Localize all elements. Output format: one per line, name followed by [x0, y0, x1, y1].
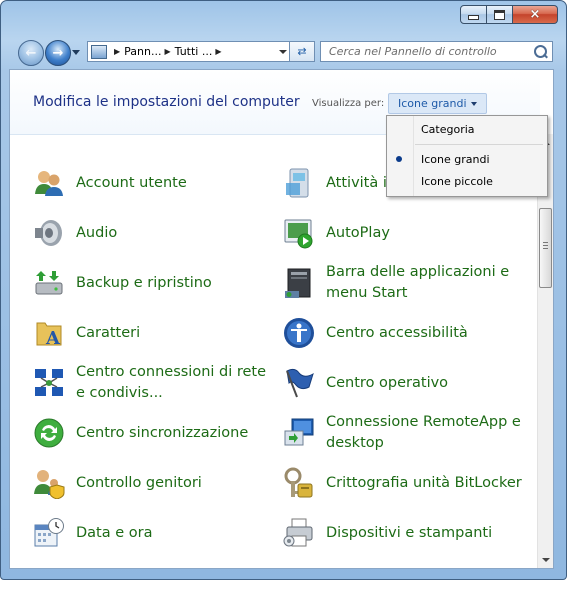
item-label: Centro sincronizzazione — [76, 424, 249, 441]
autoplay-icon — [283, 217, 315, 249]
item-dispositivi-stampanti[interactable]: Dispositivi e stampanti — [283, 511, 492, 555]
control-panel-icon — [91, 44, 107, 59]
parental-controls-icon — [33, 467, 65, 500]
scrollbar-thumb[interactable] — [539, 208, 552, 288]
forward-arrow-icon: → — [52, 45, 64, 61]
item-centro-accessibilita[interactable]: Centro accessibilità — [283, 311, 468, 355]
refresh-icon: ⇄ — [297, 45, 307, 58]
chevron-right-icon[interactable]: ▶ — [215, 47, 221, 56]
item-label: Crittografia unità BitLocker — [326, 474, 522, 491]
bitlocker-icon — [283, 467, 315, 499]
taskbar-icon — [283, 267, 315, 299]
minimize-button[interactable] — [460, 5, 487, 24]
breadcrumb-all-items[interactable]: Tutti ... — [175, 45, 213, 58]
item-attivita[interactable]: Attività i — [283, 161, 387, 205]
remoteapp-icon — [283, 417, 315, 449]
view-by-dropdown[interactable]: Icone grandi — [388, 93, 487, 114]
recent-pages-dropdown[interactable] — [72, 50, 80, 55]
close-button[interactable]: × — [513, 5, 558, 24]
item-label: Centro connessioni di rete e condivis... — [76, 364, 267, 401]
item-label: Centro operativo — [326, 374, 449, 391]
action-center-icon — [283, 167, 315, 199]
calendar-clock-icon — [33, 517, 65, 549]
breadcrumb-control-panel[interactable]: Pann... — [124, 45, 161, 58]
backup-icon — [33, 267, 65, 299]
close-icon: × — [529, 7, 541, 22]
item-centro-operativo[interactable]: Centro operativo — [283, 361, 448, 405]
view-by-value: Icone grandi — [398, 97, 467, 110]
item-account-utente[interactable]: Account utente — [33, 161, 187, 205]
window-controls: × — [460, 5, 558, 24]
address-dropdown-button[interactable] — [276, 42, 290, 61]
vertical-scrollbar[interactable] — [537, 134, 553, 568]
network-icon — [33, 367, 65, 399]
sync-icon — [33, 417, 65, 449]
minimize-icon — [468, 15, 479, 20]
menu-separator — [415, 144, 543, 145]
item-label: Data e ora — [76, 524, 153, 541]
item-label: Dispositivi e stampanti — [326, 524, 493, 541]
navigation-bar: ← → ▶ Pann... ▶ Tutti ... ▶ ⇄ Cerca nel … — [1, 37, 566, 69]
item-remoteapp[interactable]: Connessione RemoteApp e desktop — [283, 411, 526, 455]
item-barra-applicazioni[interactable]: Barra delle applicazioni e menu Start — [283, 261, 516, 305]
refresh-button[interactable]: ⇄ — [289, 41, 315, 62]
item-label: Centro accessibilità — [326, 324, 468, 341]
back-button[interactable]: ← — [18, 40, 44, 66]
fonts-icon: A — [33, 317, 65, 349]
speaker-icon — [33, 217, 65, 249]
grip-icon — [543, 242, 548, 243]
search-placeholder: Cerca nel Pannello di controllo — [329, 45, 497, 58]
printer-icon — [283, 517, 315, 549]
radio-selected-icon — [396, 156, 402, 162]
item-label: Controllo genitori — [76, 474, 202, 491]
svg-text:A: A — [45, 328, 61, 349]
item-centro-sincronizzazione[interactable]: Centro sincronizzazione — [33, 411, 248, 455]
item-data-ora[interactable]: Data e ora — [33, 511, 152, 555]
forward-button[interactable]: → — [45, 40, 71, 66]
search-input[interactable]: Cerca nel Pannello di controllo — [320, 41, 553, 62]
users-icon — [33, 167, 65, 199]
menu-item-icone-piccole[interactable]: Icone piccole — [421, 175, 493, 188]
chevron-right-icon[interactable]: ▶ — [164, 47, 170, 56]
control-panel-window: × ← → ▶ Pann... ▶ Tutti ... ▶ ⇄ Cerca ne… — [0, 0, 567, 580]
maximize-button[interactable] — [487, 5, 513, 24]
page-title: Modifica le impostazioni del computer — [33, 94, 300, 110]
item-controllo-genitori[interactable]: Controllo genitori — [33, 461, 202, 505]
item-autoplay[interactable]: AutoPlay — [283, 211, 390, 255]
item-label: Barra delle applicazioni e menu Start — [326, 264, 510, 301]
search-icon[interactable] — [534, 45, 547, 58]
item-label: Connessione RemoteApp e desktop — [326, 414, 521, 451]
item-label: Caratteri — [76, 324, 141, 341]
address-bar[interactable]: ▶ Pann... ▶ Tutti ... ▶ — [87, 41, 291, 62]
item-centro-connessioni[interactable]: Centro connessioni di rete e condivis... — [33, 361, 276, 405]
item-audio[interactable]: Audio — [33, 211, 117, 255]
item-caratteri[interactable]: A Caratteri — [33, 311, 140, 355]
menu-item-categoria[interactable]: Categoria — [421, 123, 475, 136]
item-backup-ripristino[interactable]: Backup e ripristino — [33, 261, 212, 305]
back-arrow-icon: ← — [25, 45, 37, 61]
item-label: Audio — [76, 224, 118, 241]
scroll-down-arrow-icon[interactable] — [538, 551, 553, 568]
accessibility-icon — [283, 317, 315, 349]
view-by-menu: Categoria Icone grandi Icone piccole — [386, 115, 548, 197]
maximize-icon — [494, 9, 505, 20]
item-label: Backup e ripristino — [76, 274, 212, 291]
flag-icon — [283, 367, 315, 399]
item-label: Attività i — [326, 174, 387, 191]
view-by-label: Visualizza per: — [312, 98, 385, 109]
chevron-right-icon[interactable]: ▶ — [114, 47, 120, 56]
item-label: Account utente — [76, 174, 187, 191]
item-label: AutoPlay — [326, 224, 390, 241]
menu-item-icone-grandi[interactable]: Icone grandi — [421, 153, 490, 166]
item-bitlocker[interactable]: Crittografia unità BitLocker — [283, 461, 522, 505]
